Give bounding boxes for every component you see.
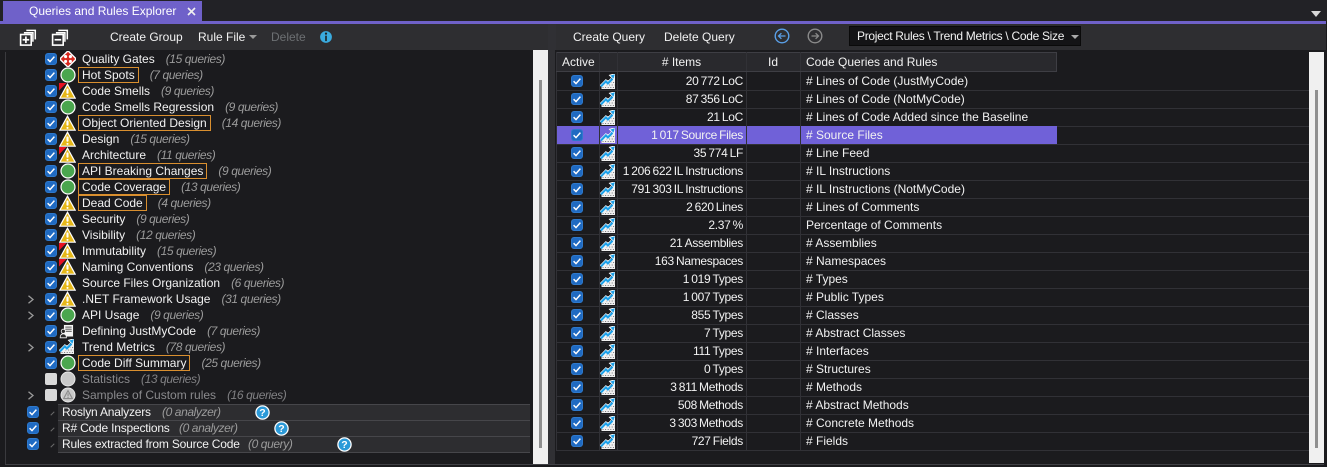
svg-text:?: ? bbox=[341, 439, 347, 451]
svg-text:?: ? bbox=[259, 407, 265, 419]
svg-text:?: ? bbox=[278, 423, 284, 435]
